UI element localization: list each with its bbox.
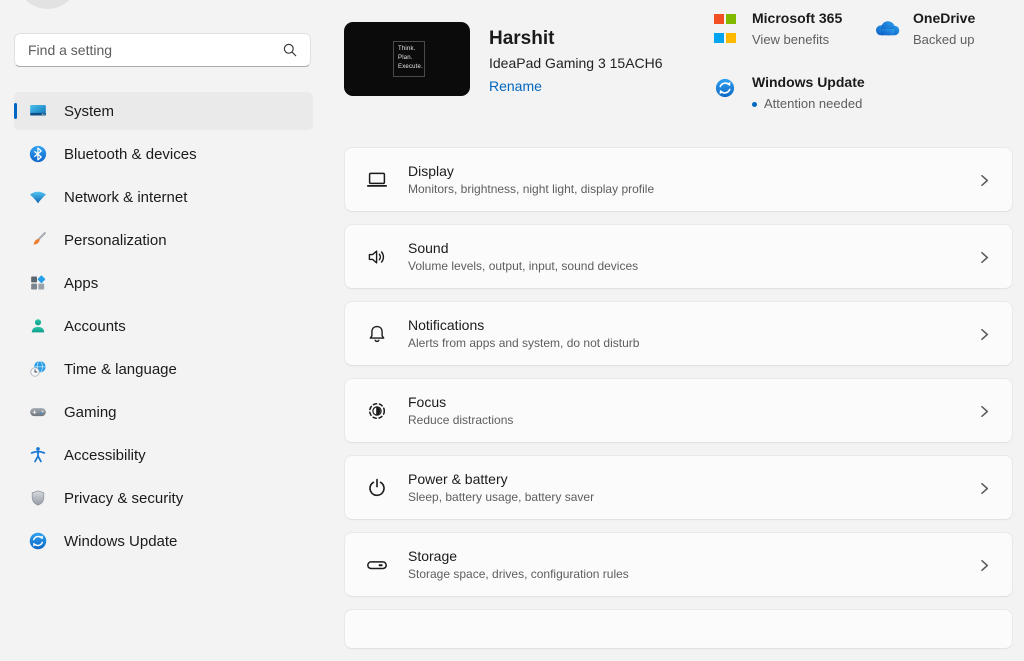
- sidebar-item-personalization[interactable]: Personalization: [14, 221, 313, 259]
- sidebar-item-accounts[interactable]: Accounts: [14, 307, 313, 345]
- onedrive-icon: [873, 17, 901, 37]
- onedrive-subtitle: Backed up: [913, 31, 975, 49]
- chevron-right-icon: [978, 251, 991, 264]
- sidebar-item-label: Accounts: [64, 318, 126, 335]
- settings-card-sound[interactable]: Sound Volume levels, output, input, soun…: [344, 224, 1013, 289]
- notifications-icon: [365, 322, 389, 346]
- ms-logo-square-red: [714, 14, 724, 24]
- microsoft-365-icon: [714, 14, 736, 49]
- card-subtitle: Reduce distractions: [408, 413, 513, 427]
- sidebar-item-privacy-security[interactable]: Privacy & security: [14, 479, 313, 517]
- card-title: Storage: [408, 548, 457, 564]
- windows-update-status[interactable]: Windows Update Attention needed: [714, 72, 865, 113]
- card-title: Focus: [408, 394, 446, 410]
- onedrive-title: OneDrive: [913, 8, 975, 28]
- thumbnail-line: Plan.: [398, 54, 424, 63]
- windows-update-icon: [714, 77, 736, 99]
- sidebar-item-windows-update[interactable]: Windows Update: [14, 522, 313, 560]
- microsoft-365-status[interactable]: Microsoft 365 View benefits: [714, 8, 842, 49]
- thumbnail-line: Think.: [398, 45, 424, 54]
- settings-card-display[interactable]: Display Monitors, brightness, night ligh…: [344, 147, 1013, 212]
- sidebar-item-label: Windows Update: [64, 533, 177, 550]
- gaming-icon: [28, 402, 48, 422]
- device-model: IdeaPad Gaming 3 15ACH6: [489, 55, 663, 71]
- ms-logo-square-yellow: [726, 33, 736, 43]
- sidebar-item-label: Personalization: [64, 232, 167, 249]
- sound-icon: [365, 245, 389, 269]
- device-thumbnail: Think. Plan. Execute.: [344, 22, 470, 96]
- apps-icon: [28, 273, 48, 293]
- sidebar-item-accessibility[interactable]: Accessibility: [14, 436, 313, 474]
- selected-accent-bar: [14, 103, 17, 119]
- sidebar-item-label: System: [64, 103, 114, 120]
- card-title: Display: [408, 163, 454, 179]
- ms-logo-square-blue: [714, 33, 724, 43]
- sidebar-item-time-language[interactable]: Time & language: [14, 350, 313, 388]
- sidebar-item-label: Time & language: [64, 361, 177, 378]
- settings-card-partial[interactable]: [344, 609, 1013, 649]
- privacy-icon: [28, 488, 48, 508]
- settings-card-power-battery[interactable]: Power & battery Sleep, battery usage, ba…: [344, 455, 1013, 520]
- thumbnail-text: Think. Plan. Execute.: [393, 41, 425, 77]
- card-title: Power & battery: [408, 471, 508, 487]
- sidebar-item-apps[interactable]: Apps: [14, 264, 313, 302]
- card-subtitle: Volume levels, output, input, sound devi…: [408, 259, 638, 273]
- settings-card-notifications[interactable]: Notifications Alerts from apps and syste…: [344, 301, 1013, 366]
- settings-card-list: Display Monitors, brightness, night ligh…: [344, 147, 1013, 661]
- time-language-icon: [28, 359, 48, 379]
- search-input[interactable]: [15, 42, 282, 58]
- card-subtitle: Sleep, battery usage, battery saver: [408, 490, 594, 504]
- chevron-right-icon: [978, 482, 991, 495]
- storage-icon: [365, 553, 389, 577]
- chevron-right-icon: [978, 328, 991, 341]
- ms-logo-square-green: [726, 14, 736, 24]
- sidebar-item-label: Bluetooth & devices: [64, 146, 197, 163]
- sidebar-nav: System Bluetooth & devices Network & int…: [14, 92, 313, 560]
- power-icon: [365, 476, 389, 500]
- accessibility-icon: [28, 445, 48, 465]
- sidebar-item-gaming[interactable]: Gaming: [14, 393, 313, 431]
- sidebar-item-label: Apps: [64, 275, 98, 292]
- thumbnail-line: Execute.: [398, 63, 424, 72]
- device-name: Harshit: [489, 28, 554, 50]
- card-title: Sound: [408, 240, 448, 256]
- windows-update-title: Windows Update: [752, 72, 865, 92]
- card-title: Notifications: [408, 317, 484, 333]
- sidebar-item-system[interactable]: System: [14, 92, 313, 130]
- sidebar-item-network-internet[interactable]: Network & internet: [14, 178, 313, 216]
- card-subtitle: Monitors, brightness, night light, displ…: [408, 182, 654, 196]
- bluetooth-icon: [28, 144, 48, 164]
- sidebar-item-label: Gaming: [64, 404, 117, 421]
- accounts-icon: [28, 316, 48, 336]
- windows-update-icon: [28, 531, 48, 551]
- personalization-icon: [28, 230, 48, 250]
- card-subtitle: Storage space, drives, configuration rul…: [408, 567, 629, 581]
- microsoft-365-title: Microsoft 365: [752, 8, 842, 28]
- rename-link[interactable]: Rename: [489, 78, 542, 94]
- windows-update-subtitle: Attention needed: [752, 95, 865, 113]
- avatar[interactable]: [17, 0, 78, 9]
- onedrive-status[interactable]: OneDrive Backed up: [873, 8, 975, 49]
- attention-dot: [752, 102, 757, 107]
- chevron-right-icon: [978, 174, 991, 187]
- search-icon[interactable]: [282, 42, 298, 58]
- system-icon: [28, 101, 48, 121]
- network-icon: [28, 187, 48, 207]
- settings-card-storage[interactable]: Storage Storage space, drives, configura…: [344, 532, 1013, 597]
- sidebar-item-label: Network & internet: [64, 189, 187, 206]
- card-subtitle: Alerts from apps and system, do not dist…: [408, 336, 639, 350]
- sidebar-item-label: Accessibility: [64, 447, 146, 464]
- sidebar-item-bluetooth-devices[interactable]: Bluetooth & devices: [14, 135, 313, 173]
- display-icon: [365, 168, 389, 192]
- sidebar-item-label: Privacy & security: [64, 490, 183, 507]
- settings-card-focus[interactable]: Focus Reduce distractions: [344, 378, 1013, 443]
- chevron-right-icon: [978, 405, 991, 418]
- microsoft-365-subtitle: View benefits: [752, 31, 842, 49]
- search-box[interactable]: [14, 33, 311, 67]
- chevron-right-icon: [978, 559, 991, 572]
- focus-icon: [365, 399, 389, 423]
